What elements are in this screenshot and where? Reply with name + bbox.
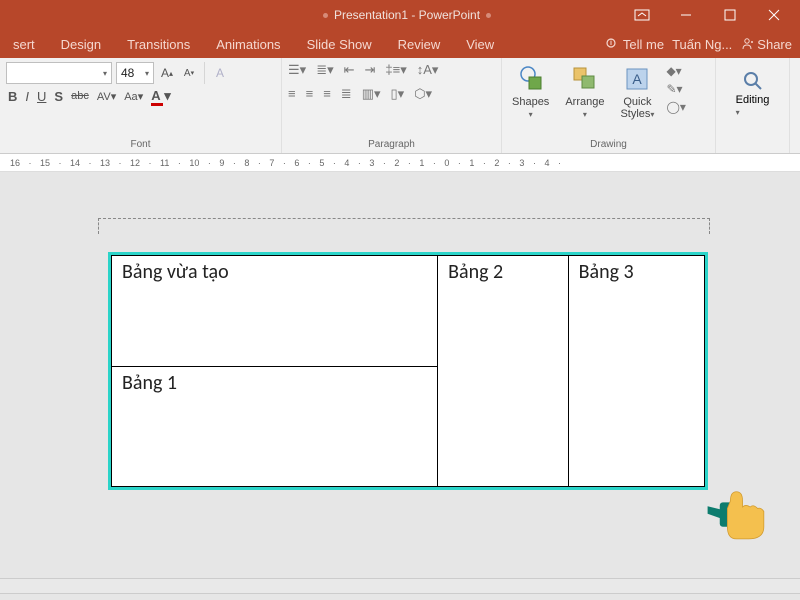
align-center-button[interactable]: ≡ [306,86,314,102]
bullets-button[interactable]: ☰▾ [288,62,306,78]
font-name-combo[interactable]: ▾ [6,62,112,84]
slide-canvas[interactable]: Bảng vừa tạo Bảng 2 Bảng 3 Bảng 1 [0,172,800,600]
char-spacing-button[interactable]: AV▾ [97,90,116,103]
font-group-label: Font [6,139,275,152]
increase-font-button[interactable]: A▴ [158,62,176,84]
pointing-hand-icon [700,472,776,553]
bold-button[interactable]: B [8,89,17,104]
numbering-button[interactable]: ≣▾ [316,62,333,78]
svg-text:A: A [633,71,643,87]
titlebar: Presentation1 - PowerPoint [0,0,800,30]
shape-outline-button[interactable]: ✎▾ [666,82,685,96]
horizontal-ruler[interactable]: 16 · 15 · 14 · 13 · 12 · 11 · 10 · 9 · 8… [0,154,800,172]
tell-me-search[interactable]: Tell me [605,37,664,52]
horizontal-scrollbar[interactable] [0,578,800,594]
ribbon: ▾ 48▾ A▴ A▾ A B I U S abc AV▾ Aa▾ A ▾ [0,58,800,154]
ribbon-group-editing: Editing▾ [716,58,790,153]
smartart-button[interactable]: ⬡▾ [414,86,432,102]
selected-table[interactable]: Bảng vừa tạo Bảng 2 Bảng 3 Bảng 1 [108,252,708,490]
tab-design[interactable]: Design [48,30,114,58]
shape-effects-button[interactable]: ◯▾ [666,100,685,114]
paragraph-group-label: Paragraph [288,139,495,152]
quick-styles-button[interactable]: A QuickStyles▾ [616,62,658,123]
share-button[interactable]: Share [740,37,792,52]
ribbon-group-font: ▾ 48▾ A▴ A▾ A B I U S abc AV▾ Aa▾ A ▾ [0,58,282,153]
italic-button[interactable]: I [25,89,29,104]
decrease-indent-button[interactable]: ⇤ [344,62,355,78]
user-name[interactable]: Tuấn Ng... [672,37,732,52]
table[interactable]: Bảng vừa tạo Bảng 2 Bảng 3 Bảng 1 [111,255,705,487]
columns-button[interactable]: ▥▾ [362,86,381,102]
table-cell-r1c1[interactable]: Bảng vừa tạo [112,256,438,367]
drawing-group-label: Drawing [508,139,709,152]
ribbon-tabs: sert Design Transitions Animations Slide… [0,30,800,58]
tab-transitions[interactable]: Transitions [114,30,203,58]
change-case-button[interactable]: Aa▾ [124,90,143,103]
table-cell-r1c2[interactable]: Bảng 2 [438,256,568,487]
tab-review[interactable]: Review [385,30,454,58]
maximize-button[interactable] [708,1,752,29]
align-left-button[interactable]: ≡ [288,86,296,102]
tab-animations[interactable]: Animations [203,30,293,58]
editing-button[interactable]: Editing▾ [722,62,783,118]
align-right-button[interactable]: ≡ [323,86,331,102]
tab-insert[interactable]: sert [0,30,48,58]
clear-format-button[interactable]: A [211,62,229,84]
ribbon-options-button[interactable] [620,1,664,29]
underline-button[interactable]: U [37,89,46,104]
tab-slideshow[interactable]: Slide Show [294,30,385,58]
arrange-button[interactable]: Arrange▾ [561,62,608,123]
decrease-font-button[interactable]: A▾ [180,62,198,84]
minimize-button[interactable] [664,1,708,29]
ribbon-group-paragraph: ☰▾ ≣▾ ⇤ ⇥ ‡≡▾ ↕A▾ ≡ ≡ ≡ ≣ ▥▾ ▯▾ ⬡▾ Pa [282,58,502,153]
ribbon-group-drawing: Shapes▾ Arrange▾ A QuickStyles▾ ◆▾ ✎▾ ◯▾… [502,58,716,153]
close-button[interactable] [752,1,796,29]
increase-indent-button[interactable]: ⇥ [365,62,376,78]
shadow-button[interactable]: S [54,89,63,104]
font-size-combo[interactable]: 48▾ [116,62,154,84]
line-spacing-button[interactable]: ‡≡▾ [385,62,406,78]
justify-button[interactable]: ≣ [341,86,352,102]
align-text-button[interactable]: ▯▾ [391,86,405,102]
strike-button[interactable]: abc [71,90,89,102]
table-cell-r2c1[interactable]: Bảng 1 [112,367,438,487]
shapes-button[interactable]: Shapes▾ [508,62,553,123]
window-title: Presentation1 - PowerPoint [194,8,620,22]
shape-fill-button[interactable]: ◆▾ [666,64,685,78]
table-cell-r1c3[interactable]: Bảng 3 [568,256,704,487]
slide-boundary [98,218,710,234]
font-color-button[interactable]: A ▾ [151,88,171,104]
text-direction-button[interactable]: ↕A▾ [417,62,439,78]
tab-view[interactable]: View [453,30,507,58]
